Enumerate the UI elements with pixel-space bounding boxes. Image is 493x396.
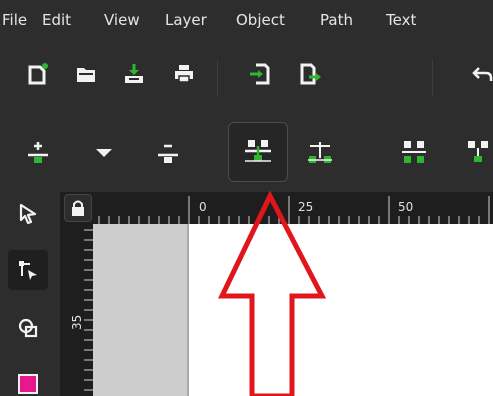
snap-remove-icon <box>158 144 178 163</box>
fill-swatch <box>18 374 38 394</box>
menu-bar: File Edit View Layer Object Path Text <box>0 0 493 40</box>
snap-distribute-button[interactable] <box>394 132 434 172</box>
toolbar-separator <box>432 60 433 96</box>
menu-text[interactable]: Text <box>386 11 436 29</box>
menu-object[interactable]: Object <box>236 11 320 29</box>
undo-icon <box>472 67 493 81</box>
ruler-ticks <box>84 229 93 391</box>
snap-dropdown-button[interactable] <box>84 132 124 172</box>
guide-lock-button[interactable] <box>64 194 92 222</box>
open-button[interactable] <box>66 54 106 94</box>
vertical-ruler[interactable]: 35 <box>60 224 93 396</box>
snap-add-icon <box>28 142 48 163</box>
snap-add-button[interactable] <box>18 132 58 172</box>
menu-view[interactable]: View <box>104 11 165 29</box>
export-file-icon <box>300 63 321 85</box>
page <box>189 224 493 396</box>
menu-layer[interactable]: Layer <box>165 11 236 29</box>
toolbar-separator <box>217 60 218 96</box>
snap-remove-button[interactable] <box>148 132 188 172</box>
tweak-tool-icon <box>18 318 38 338</box>
import-button[interactable] <box>114 54 154 94</box>
ruler-label: 35 <box>70 314 84 330</box>
node-tool-button[interactable] <box>8 250 48 290</box>
snap-nodes-button[interactable] <box>458 132 493 172</box>
canvas[interactable] <box>93 224 493 396</box>
toolbox <box>0 192 60 396</box>
snap-align-vertical-button[interactable] <box>300 132 340 172</box>
export-file-button[interactable] <box>290 54 330 94</box>
snap-nodes-icon <box>468 141 488 162</box>
import-file-icon <box>250 63 270 85</box>
snap-align-center-icon <box>245 140 271 162</box>
menu-edit[interactable]: Edit <box>42 11 104 29</box>
horizontal-ruler[interactable]: 0 25 50 <box>93 192 493 224</box>
inkscape-window: File Edit View Layer Object Path Text 0 … <box>0 0 493 396</box>
open-folder-icon <box>77 68 95 82</box>
menu-path[interactable]: Path <box>320 11 386 29</box>
ruler-ticks <box>98 196 490 224</box>
lock-icon <box>72 200 84 216</box>
dropdown-arrow-icon <box>96 149 112 157</box>
import-icon <box>125 64 143 83</box>
new-document-button[interactable] <box>18 54 58 94</box>
tweak-tool-button[interactable] <box>8 308 48 348</box>
undo-button[interactable] <box>462 54 493 94</box>
node-tool-icon <box>19 261 37 280</box>
menu-file[interactable]: File <box>2 11 42 29</box>
selector-tool-icon <box>19 203 37 225</box>
snap-distribute-icon <box>402 141 426 163</box>
new-document-icon <box>28 63 48 85</box>
print-button[interactable] <box>164 54 204 94</box>
print-icon <box>175 65 193 83</box>
fill-swatch-button[interactable] <box>8 364 48 396</box>
ruler-label: 25 <box>298 200 314 214</box>
snap-align-vertical-icon <box>308 142 332 163</box>
ruler-label: 50 <box>398 200 414 214</box>
ruler-label: 0 <box>199 200 207 214</box>
selector-tool-button[interactable] <box>8 194 48 234</box>
commands-toolbar <box>0 40 493 116</box>
snap-align-center-button[interactable] <box>228 122 288 182</box>
ruler-corner <box>60 192 93 224</box>
import-file-button[interactable] <box>240 54 280 94</box>
snap-toolbar <box>0 116 493 192</box>
